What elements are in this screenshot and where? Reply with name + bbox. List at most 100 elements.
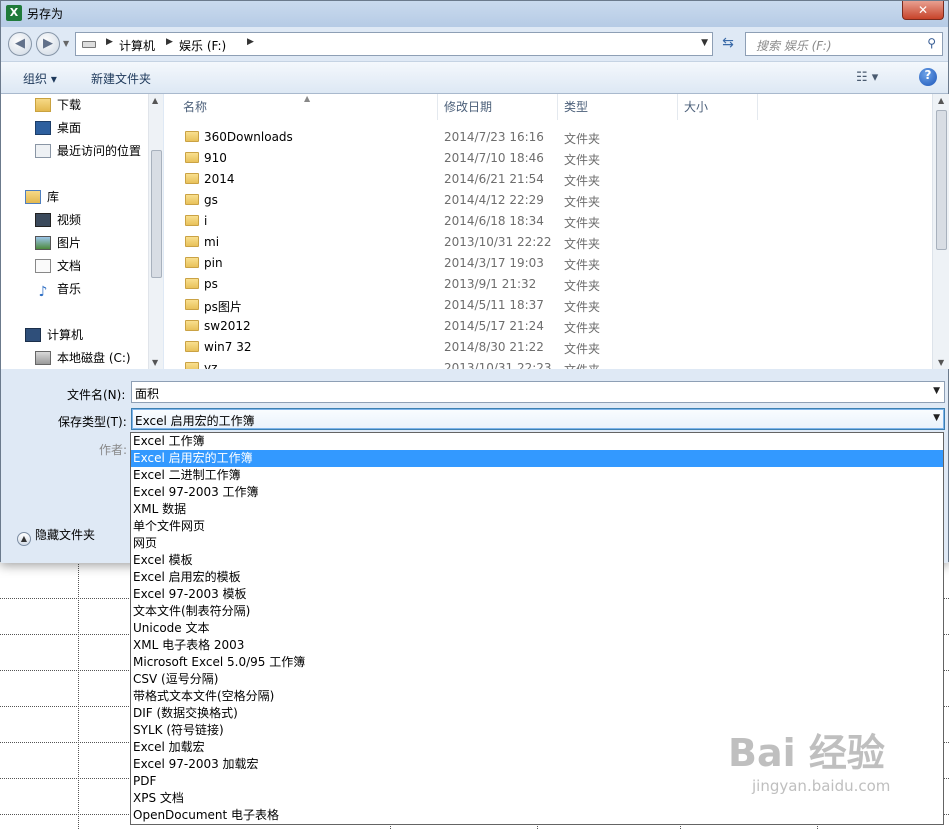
help-icon[interactable]: ?	[919, 68, 937, 86]
folder-icon	[185, 236, 199, 247]
nav-item-videos[interactable]: 视频	[35, 210, 81, 230]
file-date: 2014/7/10 18:46	[444, 151, 544, 165]
chevron-down-icon[interactable]: ▼	[933, 413, 940, 423]
back-button[interactable]: ◀	[8, 32, 32, 56]
nav-item-computer[interactable]: 计算机	[25, 325, 83, 345]
column-header-label: 名称	[183, 100, 208, 114]
scroll-down-icon[interactable]: ▼	[152, 358, 158, 367]
recent-pages-dropdown[interactable]: ▼	[63, 39, 69, 48]
column-header-name[interactable]: ▲ 名称	[164, 94, 438, 120]
file-name: pin	[204, 256, 223, 270]
view-options-icon[interactable]: ☷ ▾	[856, 70, 878, 85]
save-type-option[interactable]: 带格式文本文件(空格分隔)	[131, 688, 943, 705]
save-type-option[interactable]: Microsoft Excel 5.0/95 工作簿	[131, 654, 943, 671]
save-type-option[interactable]: Excel 97-2003 模板	[131, 586, 943, 603]
table-row[interactable]: i 2014/6/18 18:34 文件夹	[164, 211, 934, 232]
new-folder-button[interactable]: 新建文件夹	[91, 70, 151, 87]
title-bar[interactable]: X 另存为 ✕	[1, 1, 948, 27]
scroll-up-icon[interactable]: ▲	[152, 96, 158, 105]
video-icon	[35, 213, 51, 227]
save-type-option[interactable]: OpenDocument 电子表格	[131, 807, 943, 824]
column-header-date[interactable]: 修改日期	[438, 94, 558, 120]
close-button[interactable]: ✕	[902, 1, 944, 20]
recent-places-icon	[35, 144, 51, 158]
table-row[interactable]: sw2012 2014/5/17 21:24 文件夹	[164, 316, 934, 337]
refresh-icon[interactable]: ⇆	[716, 32, 740, 56]
scrollbar-thumb[interactable]	[936, 110, 947, 250]
table-row[interactable]: pin 2014/3/17 19:03 文件夹	[164, 253, 934, 274]
nav-item-local-disk-c[interactable]: 本地磁盘 (C:)	[35, 348, 131, 368]
address-dropdown[interactable]: ▼	[701, 38, 708, 48]
save-type-option[interactable]: DIF (数据交换格式)	[131, 705, 943, 722]
table-row[interactable]: yz 2013/10/31 22:23 文件夹	[164, 358, 934, 369]
save-type-option-selected[interactable]: Excel 启用宏的工作簿	[131, 450, 943, 467]
column-header-type[interactable]: 类型	[558, 94, 678, 120]
chevron-down-icon[interactable]: ▼	[933, 386, 940, 396]
nav-item-recent-places[interactable]: 最近访问的位置	[35, 141, 141, 161]
table-row[interactable]: gs 2014/4/12 22:29 文件夹	[164, 190, 934, 211]
table-row[interactable]: 360Downloads 2014/7/23 16:16 文件夹	[164, 127, 934, 148]
file-type: 文件夹	[564, 237, 601, 251]
save-type-select[interactable]: Excel 启用宏的工作簿 ▼	[131, 408, 945, 430]
save-type-option[interactable]: Excel 模板	[131, 552, 943, 569]
save-type-option[interactable]: CSV (逗号分隔)	[131, 671, 943, 688]
scrollbar-thumb[interactable]	[151, 150, 162, 278]
chevron-right-icon[interactable]: ▶	[247, 37, 254, 47]
save-type-option[interactable]: XML 数据	[131, 501, 943, 518]
grid-line	[78, 560, 79, 829]
chevron-right-icon[interactable]: ▶	[106, 37, 113, 47]
table-row[interactable]: win7 32 2014/8/30 21:22 文件夹	[164, 337, 934, 358]
table-row[interactable]: mi 2013/10/31 22:22 文件夹	[164, 232, 934, 253]
hide-folders-label: 隐藏文件夹	[35, 528, 96, 542]
search-icon[interactable]: ⚲	[927, 36, 936, 50]
save-type-option[interactable]: 单个文件网页	[131, 518, 943, 535]
table-row[interactable]: 2014 2014/6/21 21:54 文件夹	[164, 169, 934, 190]
nav-item-libraries[interactable]: 库	[25, 187, 59, 207]
save-type-option[interactable]: 文本文件(制表符分隔)	[131, 603, 943, 620]
table-row[interactable]: ps图片 2014/5/11 18:37 文件夹	[164, 295, 934, 316]
file-name: gs	[204, 193, 218, 207]
column-header-size[interactable]: 大小	[678, 94, 758, 120]
save-type-option[interactable]: Excel 97-2003 工作簿	[131, 484, 943, 501]
hide-folders-button[interactable]: ▲ 隐藏文件夹	[17, 526, 95, 546]
nav-item-label: 计算机	[47, 328, 84, 342]
file-type: 文件夹	[564, 258, 601, 272]
file-date: 2014/5/17 21:24	[444, 319, 544, 333]
file-name: mi	[204, 235, 220, 249]
file-date: 2013/10/31 22:22	[444, 235, 552, 249]
save-type-option[interactable]: Excel 启用宏的模板	[131, 569, 943, 586]
scroll-down-icon[interactable]: ▼	[938, 358, 944, 367]
table-row[interactable]: ps 2013/9/1 21:32 文件夹	[164, 274, 934, 295]
nav-item-pictures[interactable]: 图片	[35, 233, 81, 253]
save-type-option[interactable]: XML 电子表格 2003	[131, 637, 943, 654]
scroll-up-icon[interactable]: ▲	[938, 96, 944, 105]
sort-ascending-icon: ▲	[304, 94, 311, 103]
nav-item-documents[interactable]: 文档	[35, 256, 81, 276]
file-name: ps	[204, 277, 218, 291]
breadcrumb-computer[interactable]: 计算机	[119, 37, 155, 54]
filename-field[interactable]: 面积 ▼	[131, 381, 945, 403]
organize-button[interactable]: 组织 ▾	[23, 70, 57, 87]
address-bar[interactable]: ▶ 计算机 ▶ 娱乐 (F:) ▶ ▼	[75, 32, 713, 56]
library-icon	[25, 190, 41, 204]
nav-item-label: 音乐	[57, 282, 82, 296]
table-row[interactable]: 910 2014/7/10 18:46 文件夹	[164, 148, 934, 169]
nav-item-label: 文档	[57, 259, 82, 273]
navigation-scrollbar[interactable]: ▲ ▼	[148, 94, 163, 369]
file-name: 360Downloads	[204, 130, 293, 144]
save-type-option[interactable]: 网页	[131, 535, 943, 552]
nav-item-desktop[interactable]: 桌面	[35, 118, 81, 138]
chevron-right-icon[interactable]: ▶	[166, 37, 173, 47]
nav-item-music[interactable]: ♪ 音乐	[35, 279, 81, 299]
search-input[interactable]: 搜索 娱乐 (F:) ⚲	[745, 32, 943, 56]
nav-item-label: 图片	[57, 236, 82, 250]
nav-item-label: 库	[47, 190, 60, 204]
save-type-option[interactable]: Excel 工作簿	[131, 433, 943, 450]
save-type-option[interactable]: Excel 二进制工作簿	[131, 467, 943, 484]
breadcrumb-drive[interactable]: 娱乐 (F:)	[179, 37, 226, 54]
filename-label: 文件名(N):	[67, 388, 126, 402]
save-type-option[interactable]: Unicode 文本	[131, 620, 943, 637]
forward-button[interactable]: ▶	[36, 32, 60, 56]
nav-item-downloads[interactable]: 下载	[35, 95, 81, 115]
file-list-scrollbar[interactable]: ▲ ▼	[932, 94, 949, 369]
